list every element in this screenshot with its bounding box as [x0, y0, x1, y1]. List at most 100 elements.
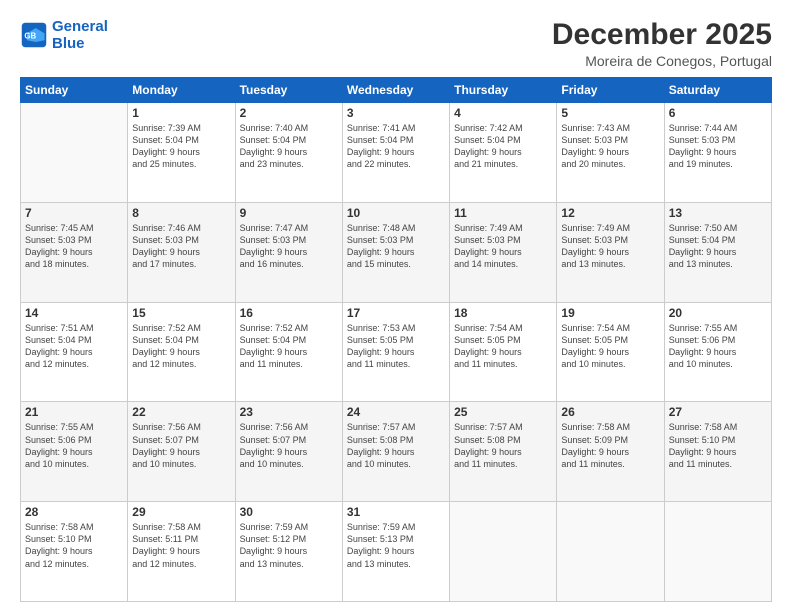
page: GB General Blue December 2025 Moreira de… — [0, 0, 792, 612]
day-info: Sunrise: 7:58 AM Sunset: 5:11 PM Dayligh… — [132, 521, 230, 570]
calendar-week-row: 14Sunrise: 7:51 AM Sunset: 5:04 PM Dayli… — [21, 302, 772, 402]
day-info: Sunrise: 7:57 AM Sunset: 5:08 PM Dayligh… — [454, 421, 552, 470]
calendar-week-row: 21 Sunrise: 7:55 AM Sunset: 5:06 PM Dayli… — [21, 402, 772, 502]
day-number: 7 — [25, 206, 123, 220]
day-info: Sunrise: 7:41 AM Sunset: 5:04 PM Dayligh… — [347, 122, 445, 171]
logo-text: General Blue — [52, 18, 108, 53]
calendar-cell: 13 Sunrise: 7:50 AM Sunset: 5:04 PM Dayli… — [664, 202, 771, 302]
location: Moreira de Conegos, Portugal — [552, 53, 772, 69]
calendar-cell: 6Sunrise: 7:44 AM Sunset: 5:03 PM Daylig… — [664, 103, 771, 203]
day-number: 5 — [561, 106, 659, 120]
calendar-cell: 15 Sunrise: 7:52 AM Sunset: 5:04 PM Dayli… — [128, 302, 235, 402]
calendar-cell: 12 Sunrise: 7:49 AM Sunset: 5:03 PM Dayli… — [557, 202, 664, 302]
day-number: 25 — [454, 405, 552, 419]
day-number: 29 — [132, 505, 230, 519]
calendar-cell: 8Sunrise: 7:46 AM Sunset: 5:03 PM Daylig… — [128, 202, 235, 302]
weekday-header: Saturday — [664, 78, 771, 103]
day-number: 18 — [454, 306, 552, 320]
calendar-cell: 20 Sunrise: 7:55 AM Sunset: 5:06 PM Dayli… — [664, 302, 771, 402]
day-info: Sunrise: 7:54 AM Sunset: 5:05 PM Dayligh… — [454, 322, 552, 371]
svg-text:GB: GB — [24, 32, 36, 41]
weekday-header: Thursday — [450, 78, 557, 103]
day-info: Sunrise: 7:58 AM Sunset: 5:10 PM Dayligh… — [25, 521, 123, 570]
calendar-cell: 16 Sunrise: 7:52 AM Sunset: 5:04 PM Dayli… — [235, 302, 342, 402]
calendar-body: 1 Sunrise: 7:39 AM Sunset: 5:04 PM Daylig… — [21, 103, 772, 602]
day-number: 13 — [669, 206, 767, 220]
day-info: Sunrise: 7:43 AM Sunset: 5:03 PM Dayligh… — [561, 122, 659, 171]
logo: GB General Blue — [20, 18, 108, 53]
calendar-cell: 9 Sunrise: 7:47 AM Sunset: 5:03 PM Daylig… — [235, 202, 342, 302]
calendar-cell: 1 Sunrise: 7:39 AM Sunset: 5:04 PM Daylig… — [128, 103, 235, 203]
day-number: 21 — [25, 405, 123, 419]
day-info: Sunrise: 7:46 AM Sunset: 5:03 PM Dayligh… — [132, 222, 230, 271]
calendar-week-row: 7 Sunrise: 7:45 AM Sunset: 5:03 PM Daylig… — [21, 202, 772, 302]
day-number: 30 — [240, 505, 338, 519]
calendar-cell: 2 Sunrise: 7:40 AM Sunset: 5:04 PM Daylig… — [235, 103, 342, 203]
weekday-header: Friday — [557, 78, 664, 103]
day-number: 26 — [561, 405, 659, 419]
logo-icon: GB — [20, 21, 48, 49]
day-info: Sunrise: 7:58 AM Sunset: 5:09 PM Dayligh… — [561, 421, 659, 470]
calendar-week-row: 1 Sunrise: 7:39 AM Sunset: 5:04 PM Daylig… — [21, 103, 772, 203]
day-info: Sunrise: 7:45 AM Sunset: 5:03 PM Dayligh… — [25, 222, 123, 271]
day-info: Sunrise: 7:50 AM Sunset: 5:04 PM Dayligh… — [669, 222, 767, 271]
calendar-cell: 28Sunrise: 7:58 AM Sunset: 5:10 PM Dayli… — [21, 502, 128, 602]
calendar-cell: 25 Sunrise: 7:57 AM Sunset: 5:08 PM Dayli… — [450, 402, 557, 502]
calendar-cell: 26 Sunrise: 7:58 AM Sunset: 5:09 PM Dayli… — [557, 402, 664, 502]
calendar-cell — [21, 103, 128, 203]
calendar-cell: 18 Sunrise: 7:54 AM Sunset: 5:05 PM Dayli… — [450, 302, 557, 402]
calendar-header-row: SundayMondayTuesdayWednesdayThursdayFrid… — [21, 78, 772, 103]
day-number: 12 — [561, 206, 659, 220]
day-info: Sunrise: 7:54 AM Sunset: 5:05 PM Dayligh… — [561, 322, 659, 371]
day-info: Sunrise: 7:52 AM Sunset: 5:04 PM Dayligh… — [132, 322, 230, 371]
calendar-cell: 30 Sunrise: 7:59 AM Sunset: 5:12 PM Dayli… — [235, 502, 342, 602]
day-info: Sunrise: 7:39 AM Sunset: 5:04 PM Dayligh… — [132, 122, 230, 171]
header: GB General Blue December 2025 Moreira de… — [20, 18, 772, 69]
day-info: Sunrise: 7:53 AM Sunset: 5:05 PM Dayligh… — [347, 322, 445, 371]
weekday-header: Wednesday — [342, 78, 449, 103]
day-number: 27 — [669, 405, 767, 419]
calendar-cell: 5 Sunrise: 7:43 AM Sunset: 5:03 PM Daylig… — [557, 103, 664, 203]
day-info: Sunrise: 7:40 AM Sunset: 5:04 PM Dayligh… — [240, 122, 338, 171]
day-info: Sunrise: 7:52 AM Sunset: 5:04 PM Dayligh… — [240, 322, 338, 371]
calendar-cell: 21 Sunrise: 7:55 AM Sunset: 5:06 PM Dayli… — [21, 402, 128, 502]
calendar-cell: 11Sunrise: 7:49 AM Sunset: 5:03 PM Dayli… — [450, 202, 557, 302]
day-info: Sunrise: 7:48 AM Sunset: 5:03 PM Dayligh… — [347, 222, 445, 271]
day-info: Sunrise: 7:55 AM Sunset: 5:06 PM Dayligh… — [25, 421, 123, 470]
day-info: Sunrise: 7:59 AM Sunset: 5:12 PM Dayligh… — [240, 521, 338, 570]
calendar-cell: 24Sunrise: 7:57 AM Sunset: 5:08 PM Dayli… — [342, 402, 449, 502]
day-info: Sunrise: 7:44 AM Sunset: 5:03 PM Dayligh… — [669, 122, 767, 171]
weekday-header: Monday — [128, 78, 235, 103]
logo-line2: Blue — [52, 35, 85, 52]
day-info: Sunrise: 7:47 AM Sunset: 5:03 PM Dayligh… — [240, 222, 338, 271]
day-number: 3 — [347, 106, 445, 120]
day-info: Sunrise: 7:51 AM Sunset: 5:04 PM Dayligh… — [25, 322, 123, 371]
calendar-cell: 22Sunrise: 7:56 AM Sunset: 5:07 PM Dayli… — [128, 402, 235, 502]
day-info: Sunrise: 7:49 AM Sunset: 5:03 PM Dayligh… — [561, 222, 659, 271]
day-number: 11 — [454, 206, 552, 220]
day-info: Sunrise: 7:56 AM Sunset: 5:07 PM Dayligh… — [132, 421, 230, 470]
day-number: 23 — [240, 405, 338, 419]
day-number: 1 — [132, 106, 230, 120]
day-number: 19 — [561, 306, 659, 320]
weekday-header: Sunday — [21, 78, 128, 103]
calendar-cell: 10 Sunrise: 7:48 AM Sunset: 5:03 PM Dayli… — [342, 202, 449, 302]
day-number: 15 — [132, 306, 230, 320]
month-title: December 2025 — [552, 18, 772, 51]
calendar-cell: 29 Sunrise: 7:58 AM Sunset: 5:11 PM Dayli… — [128, 502, 235, 602]
calendar-week-row: 28Sunrise: 7:58 AM Sunset: 5:10 PM Dayli… — [21, 502, 772, 602]
calendar-cell: 14Sunrise: 7:51 AM Sunset: 5:04 PM Dayli… — [21, 302, 128, 402]
calendar-cell: 17Sunrise: 7:53 AM Sunset: 5:05 PM Dayli… — [342, 302, 449, 402]
day-number: 24 — [347, 405, 445, 419]
calendar-cell — [450, 502, 557, 602]
day-number: 10 — [347, 206, 445, 220]
title-block: December 2025 Moreira de Conegos, Portug… — [552, 18, 772, 69]
day-number: 9 — [240, 206, 338, 220]
day-info: Sunrise: 7:55 AM Sunset: 5:06 PM Dayligh… — [669, 322, 767, 371]
calendar-table: SundayMondayTuesdayWednesdayThursdayFrid… — [20, 77, 772, 602]
day-number: 20 — [669, 306, 767, 320]
calendar-cell: 19 Sunrise: 7:54 AM Sunset: 5:05 PM Dayli… — [557, 302, 664, 402]
day-number: 2 — [240, 106, 338, 120]
day-number: 16 — [240, 306, 338, 320]
day-number: 31 — [347, 505, 445, 519]
